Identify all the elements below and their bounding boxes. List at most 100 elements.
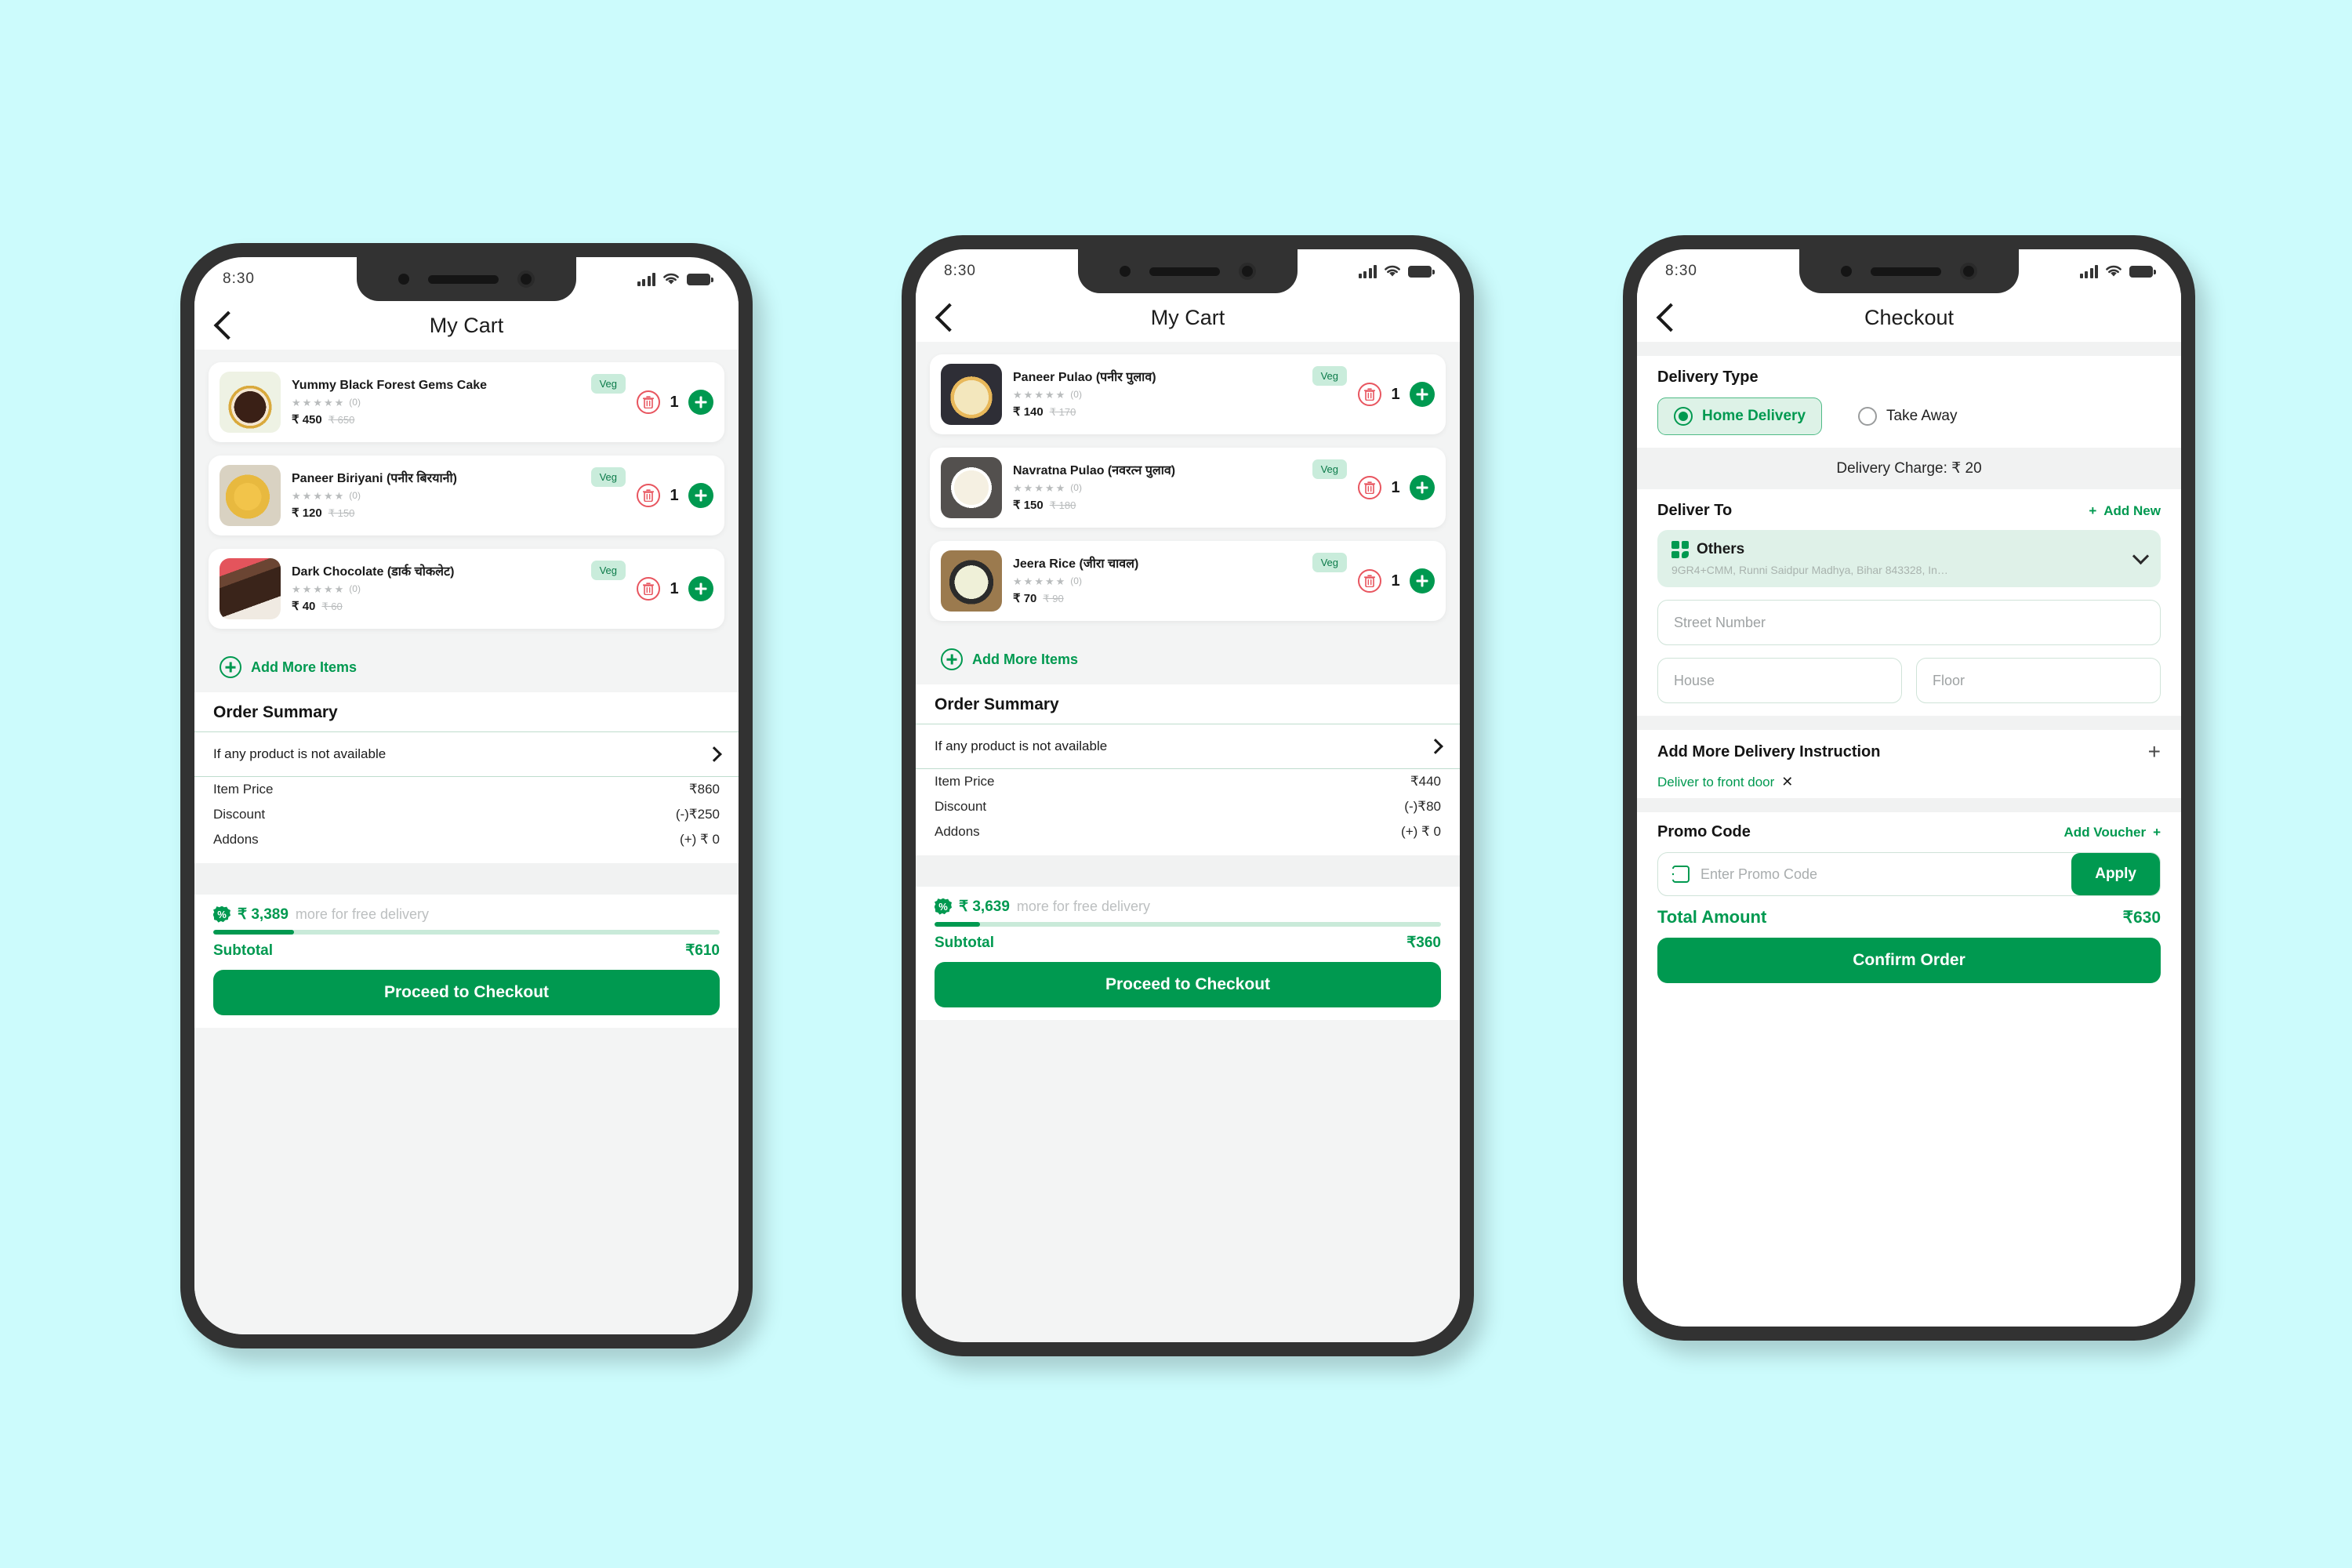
star-icon: ★ [1055,481,1065,494]
increase-quantity-button[interactable] [1410,568,1435,593]
promo-code-input[interactable]: Enter Promo Code [1690,866,2071,883]
promo-code-label: Promo Code [1657,823,1751,840]
proceed-to-checkout-button[interactable]: Proceed to Checkout [935,962,1441,1007]
app-header-cart-2: My Cart [916,293,1460,342]
close-icon[interactable]: ✕ [1781,774,1793,790]
item-old-price: ₹ 90 [1043,593,1064,605]
status-icons [1358,264,1435,278]
delivery-instruction-chip: Deliver to front door ✕ [1657,774,2161,790]
product-unavailable-option[interactable]: If any product is not available [916,724,1460,769]
cart-items-list-2: Paneer Pulao (पनीर पुलाव) ★ ★ ★ ★ ★ (0) … [916,342,1460,621]
increase-quantity-button[interactable] [1410,475,1435,500]
rating-count: (0) [1070,482,1082,494]
deliver-to-label: Deliver To [1657,502,1733,519]
street-number-field[interactable]: Street Number [1657,600,2161,645]
product-unavailable-label: If any product is not available [213,746,387,761]
subtotal-value: ₹610 [685,942,720,959]
order-summary-panel-1: Order Summary If any product is not avai… [194,692,739,863]
order-summary-panel-2: Order Summary If any product is not avai… [916,684,1460,855]
table-row[interactable]: Dark Chocolate (डार्क चोकलेट) ★ ★ ★ ★ ★ … [209,549,724,629]
phone-mockup-cart-2: 8:30 My Cart Paneer Pulao (पनीर पुलाव) ★… [902,235,1474,1356]
section-divider [194,863,739,895]
selected-address-card[interactable]: Others 9GR4+CMM, Runni Saidpur Madhya, B… [1657,530,2161,587]
signal-icon [2079,264,2098,278]
star-icon: ★ [313,489,322,502]
total-amount-value: ₹630 [2122,908,2161,927]
rating-count: (0) [349,397,361,408]
item-info: Yummy Black Forest Gems Cake ★ ★ ★ ★ ★ (… [292,378,580,427]
item-price: ₹ 450 [292,413,322,427]
rating-stars: ★ ★ ★ ★ ★ (0) [1013,482,1301,493]
star-icon: ★ [323,583,333,595]
increase-quantity-button[interactable] [688,390,713,415]
summary-line-value: (-)₹80 [1404,799,1441,814]
increase-quantity-button[interactable] [688,483,713,508]
delete-item-button[interactable] [1358,569,1381,593]
star-icon: ★ [1044,481,1054,494]
back-button[interactable] [1656,303,1686,332]
item-info: Paneer Pulao (पनीर पुलाव) ★ ★ ★ ★ ★ (0) … [1013,370,1301,419]
delete-item-button[interactable] [637,577,660,601]
item-quantity: 1 [1391,572,1400,590]
battery-icon [2129,265,2156,278]
delete-item-button[interactable] [637,484,660,507]
delete-item-button[interactable] [1358,476,1381,499]
summary-line: Discount (-)₹80 [916,794,1460,819]
house-floor-row: House Floor [1657,645,2161,703]
add-voucher-button[interactable]: Add Voucher + [2064,825,2161,840]
proceed-to-checkout-button[interactable]: Proceed to Checkout [213,970,720,1015]
rating-stars: ★ ★ ★ ★ ★ (0) [292,397,580,408]
wifi-icon [2106,265,2122,277]
summary-line-value: (+) ₹ 0 [680,832,720,847]
free-delivery-text: more for free delivery [295,906,429,922]
free-delivery-amount: ₹ 3,389 [238,906,289,923]
delivery-instruction-text: Deliver to front door [1657,774,1775,789]
radio-home-delivery[interactable]: Home Delivery [1657,397,1823,435]
star-icon: ★ [302,396,312,408]
table-row[interactable]: Paneer Pulao (पनीर पुलाव) ★ ★ ★ ★ ★ (0) … [930,354,1446,434]
table-row[interactable]: Paneer Biriyani (पनीर बिरयानी) ★ ★ ★ ★ ★… [209,456,724,535]
summary-line-label: Addons [213,832,259,847]
item-old-price: ₹ 60 [321,601,343,613]
increase-quantity-button[interactable] [688,576,713,601]
table-row[interactable]: Yummy Black Forest Gems Cake ★ ★ ★ ★ ★ (… [209,362,724,442]
subtotal-label: Subtotal [935,934,994,951]
delivery-instruction-label: Add More Delivery Instruction [1657,742,1881,760]
cart-body-2: Paneer Pulao (पनीर पुलाव) ★ ★ ★ ★ ★ (0) … [916,342,1460,1342]
add-instruction-button[interactable]: + [2148,741,2161,763]
discount-percent-icon: % [213,906,230,923]
chevron-down-icon[interactable] [2132,547,2150,564]
back-button[interactable] [213,310,243,340]
apply-promo-button[interactable]: Apply [2071,853,2160,895]
table-row[interactable]: Jeera Rice (जीरा चावल) ★ ★ ★ ★ ★ (0) ₹ 7… [930,541,1446,621]
item-name: Paneer Biriyani (पनीर बिरयानी) [292,471,457,485]
add-more-items-button[interactable]: Add More Items [194,642,739,692]
product-unavailable-option[interactable]: If any product is not available [194,731,739,777]
star-icon: ★ [292,396,301,408]
cart-body-1: Yummy Black Forest Gems Cake ★ ★ ★ ★ ★ (… [194,350,739,1334]
quantity-stepper: 1 [1358,475,1435,500]
radio-take-away[interactable]: Take Away [1842,398,1973,434]
summary-line-value: ₹440 [1410,774,1441,789]
floor-field[interactable]: Floor [1916,658,2161,703]
delete-item-button[interactable] [637,390,660,414]
confirm-order-button[interactable]: Confirm Order [1657,938,2161,983]
increase-quantity-button[interactable] [1410,382,1435,407]
battery-icon [1408,265,1435,278]
item-price: ₹ 40 [292,600,316,614]
price-row: ₹ 40 ₹ 60 [292,599,580,613]
star-icon: ★ [1023,388,1033,401]
checkout-body: Delivery Type Home Delivery Take Away De… [1637,342,2181,1327]
trash-icon [1364,575,1375,587]
home-delivery-label: Home Delivery [1702,408,1806,424]
add-new-address-button[interactable]: + Add New [2089,503,2161,519]
house-field[interactable]: House [1657,658,1902,703]
back-button[interactable] [935,303,964,332]
quantity-stepper: 1 [637,390,713,415]
rating-stars: ★ ★ ★ ★ ★ (0) [292,490,580,501]
delete-item-button[interactable] [1358,383,1381,406]
add-more-items-button[interactable]: Add More Items [916,634,1460,684]
summary-line: Discount (-)₹250 [194,802,739,827]
star-icon: ★ [292,583,301,595]
table-row[interactable]: Navratna Pulao (नवरत्न पुलाव) ★ ★ ★ ★ ★ … [930,448,1446,528]
